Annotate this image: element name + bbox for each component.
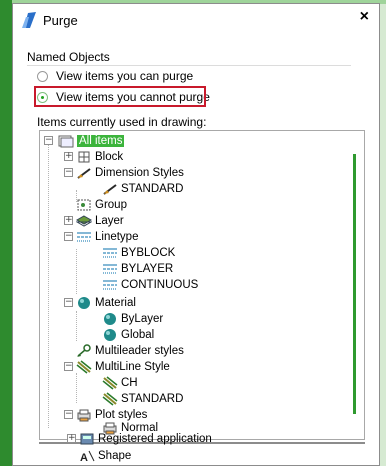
tree-label: Registered application (98, 432, 212, 445)
linetype-icon (103, 279, 117, 290)
tree-node-group[interactable]: Group (76, 197, 127, 212)
tree-label: Global (121, 328, 155, 341)
tree-label: STANDARD (121, 392, 184, 405)
tree-node-dimension-styles[interactable]: Dimension Styles (76, 165, 184, 180)
tree-node-multileader-styles[interactable]: Multileader styles (76, 343, 184, 358)
tree-node-ml-standard[interactable]: STANDARD (102, 391, 183, 406)
collapse-toggle-icon[interactable]: − (64, 168, 73, 177)
items-tree[interactable]: − All items + Block − Dimension Styles S… (39, 130, 365, 440)
named-objects-group-label: Named Objects (27, 50, 110, 64)
tree-connector-line (76, 373, 77, 403)
tree-connector-line (76, 249, 77, 294)
tree-scrollbar[interactable] (353, 154, 356, 414)
tree-label: Plot styles (95, 408, 148, 421)
group-divider (27, 65, 351, 66)
material-sphere-icon (104, 312, 116, 325)
expand-toggle-icon[interactable]: + (64, 152, 73, 161)
tree-label: All items (77, 134, 125, 147)
tree-label: Material (95, 296, 136, 309)
tree-label: Dimension Styles (95, 166, 184, 179)
material-sphere-icon (104, 328, 116, 341)
tree-node-lt-continuous[interactable]: CONTINUOUS (102, 277, 198, 292)
dimension-style-icon (103, 183, 117, 195)
shape-icon: A (80, 450, 95, 463)
tree-node-shape[interactable]: A Shape (79, 448, 131, 463)
tree-node-linetype[interactable]: Linetype (76, 229, 138, 244)
radio-view-can-purge[interactable]: View items you can purge (37, 68, 193, 84)
tree-label: Block (95, 150, 124, 163)
svg-text:A: A (80, 452, 88, 463)
radio-button-unchecked[interactable] (37, 70, 48, 82)
linetype-icon (103, 263, 117, 274)
tree-node-layer[interactable]: Layer (76, 213, 124, 228)
linetype-icon (77, 231, 91, 242)
tree-label: Multileader styles (95, 344, 184, 357)
tree-node-dim-standard[interactable]: STANDARD (102, 181, 183, 196)
collapse-toggle-icon[interactable]: − (64, 232, 73, 241)
plot-style-icon (77, 409, 91, 421)
tree-node-lt-bylayer[interactable]: BYLAYER (102, 261, 173, 276)
tree-label: Layer (95, 214, 124, 227)
block-icon (78, 151, 90, 162)
multiline-icon (76, 359, 92, 374)
tree-node-mat-bylayer[interactable]: ByLayer (102, 311, 163, 326)
all-items-icon (58, 135, 74, 147)
tree-label: BYBLOCK (121, 246, 176, 259)
collapse-toggle-icon[interactable]: − (44, 136, 53, 145)
tree-label: Linetype (95, 230, 139, 243)
tree-label: Shape (98, 449, 132, 462)
multileader-icon (77, 343, 91, 357)
tree-node-ml-ch[interactable]: CH (102, 375, 138, 390)
close-icon[interactable]: × (360, 8, 369, 26)
group-icon (77, 199, 91, 210)
tree-node-block[interactable]: Block (76, 149, 123, 164)
expand-toggle-icon[interactable]: + (64, 216, 73, 225)
tree-connector-line (48, 143, 49, 428)
registered-application-icon (80, 433, 94, 444)
collapse-toggle-icon[interactable]: − (64, 298, 73, 307)
window-title: Purge (43, 13, 78, 28)
background-window-edge (0, 0, 12, 466)
multiline-icon (102, 391, 118, 406)
tree-node-mat-global[interactable]: Global (102, 327, 154, 342)
expand-toggle-icon[interactable]: + (67, 434, 76, 443)
tree-connector-line (76, 311, 77, 341)
title-bar[interactable]: Purge × (13, 4, 379, 36)
tree-label: BYLAYER (121, 262, 174, 275)
linetype-icon (103, 247, 117, 258)
tree-label: CH (121, 376, 138, 389)
multiline-icon (102, 375, 118, 390)
purge-dialog: Purge × Named Objects View items you can… (12, 3, 380, 466)
tree-label: Group (95, 198, 127, 211)
tree-label: STANDARD (121, 182, 184, 195)
collapse-toggle-icon[interactable]: − (64, 362, 73, 371)
dimension-style-icon (77, 167, 91, 179)
tree-node-material[interactable]: Material (76, 295, 136, 310)
material-sphere-icon (78, 296, 90, 309)
tree-label: ByLayer (121, 312, 164, 325)
tree-node-multiline-style[interactable]: MultiLine Style (76, 359, 170, 374)
tree-node-registered-application[interactable]: Registered application (79, 431, 212, 446)
tree-node-all-items[interactable]: All items (58, 133, 125, 148)
red-highlight-box (34, 86, 206, 107)
app-logo-icon (22, 12, 36, 28)
items-used-label: Items currently used in drawing: (37, 115, 207, 129)
tree-label: MultiLine Style (95, 360, 170, 373)
tree-label: CONTINUOUS (121, 278, 199, 291)
layer-icon (76, 214, 92, 227)
tree-node-lt-byblock[interactable]: BYBLOCK (102, 245, 175, 260)
radio-label-can-purge: View items you can purge (56, 69, 194, 83)
collapse-toggle-icon[interactable]: − (64, 410, 73, 419)
